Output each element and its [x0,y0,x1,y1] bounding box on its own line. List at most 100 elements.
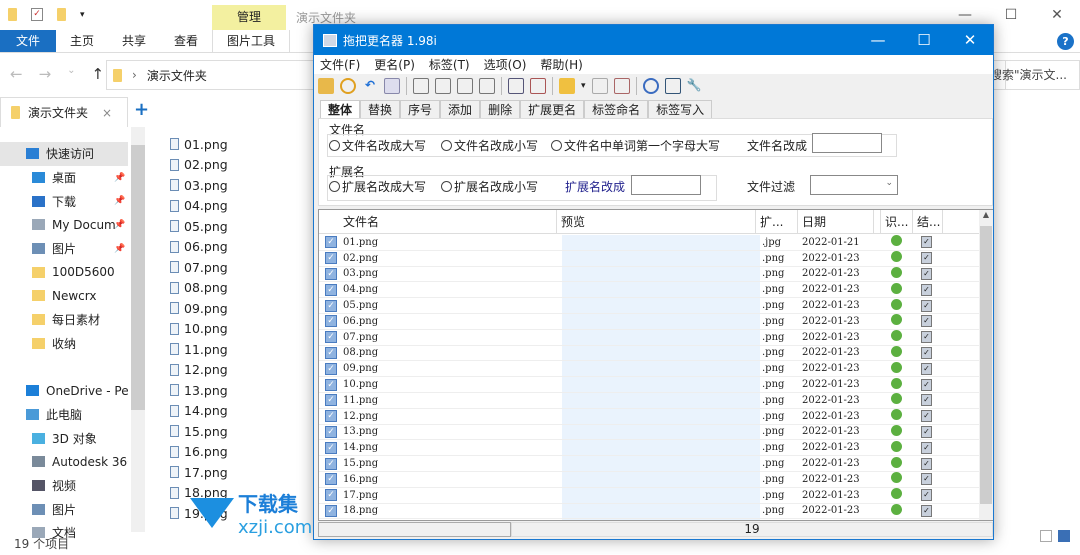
menu-help[interactable]: 帮助(H) [540,56,582,73]
nav-item[interactable]: 桌面 📌 [0,166,128,190]
table-row[interactable]: ✓ 11.png .png 2022-01-23 ✓ [319,393,979,409]
result-check-icon[interactable]: ✓ [921,362,932,375]
row-checkbox[interactable]: ✓ [325,236,337,249]
file-item[interactable]: 14.png [170,401,228,422]
pencil-dropdown-icon[interactable]: ▾ [581,81,586,91]
menu-options[interactable]: 选项(O) [484,56,527,73]
details-view-icon[interactable] [1040,530,1052,542]
row-checkbox[interactable]: ✓ [325,362,337,375]
row-checkbox[interactable]: ✓ [325,252,337,265]
play-icon[interactable] [891,377,902,389]
file-item[interactable]: 10.png [170,319,228,340]
radio-filename-upper[interactable]: 文件名改成大写 [329,137,426,154]
table-row[interactable]: ✓ 13.png .png 2022-01-23 ✓ [319,424,979,441]
row-checkbox[interactable]: ✓ [325,441,337,454]
play-icon[interactable] [891,251,902,263]
play-icon[interactable] [891,409,902,421]
table-row[interactable]: ✓ 17.png .png 2022-01-23 ✓ [319,488,979,504]
file-item[interactable]: 13.png [170,380,228,401]
row-checkbox[interactable]: ✓ [325,425,337,438]
list-scrollbar-thumb[interactable] [980,226,992,504]
result-check-icon[interactable]: ✓ [921,252,932,265]
column-ext[interactable]: 扩... [756,210,798,233]
file-item[interactable]: 11.png [170,339,228,360]
table-row[interactable]: ✓ 05.png .png 2022-01-23 ✓ [319,298,979,314]
ribbon-tab-picture-tools[interactable]: 图片工具 [212,30,291,52]
column-filename[interactable]: 文件名 [339,210,557,233]
tag-icon-2[interactable] [435,78,451,94]
result-check-icon[interactable]: ✓ [921,378,932,391]
file-item[interactable]: 01.png [170,134,228,155]
undo-icon[interactable]: ↶ [362,78,378,94]
result-check-icon[interactable]: ✓ [921,473,932,486]
nav-item[interactable]: 图片 📌 [0,237,128,261]
table-row[interactable]: ✓ 04.png .png 2022-01-23 ✓ [319,282,979,299]
file-item[interactable]: 04.png [170,196,228,217]
file-item[interactable]: 09.png [170,298,228,319]
play-icon[interactable] [891,282,902,294]
row-checkbox[interactable]: ✓ [325,394,337,407]
up-button[interactable]: ↑ [92,65,105,83]
tag-icon-1[interactable] [413,78,429,94]
row-checkbox[interactable]: ✓ [325,378,337,391]
row-checkbox[interactable]: ✓ [325,331,337,344]
result-check-icon[interactable]: ✓ [921,267,932,280]
radio-filename-lower[interactable]: 文件名改成小写 [441,137,538,154]
play-icon[interactable] [891,345,902,357]
nav-item[interactable]: 快速访问 [0,142,128,166]
check-icon[interactable] [384,78,400,94]
result-check-icon[interactable]: ✓ [921,410,932,423]
radio-filename-capitalize[interactable]: 文件名中单词第一个字母大写 [551,137,720,154]
menu-file[interactable]: 文件(F) [320,56,360,73]
row-checkbox[interactable]: ✓ [325,315,337,328]
nav-item[interactable]: 此电脑 [0,403,128,427]
result-check-icon[interactable]: ✓ [921,315,932,328]
play-icon[interactable] [891,298,902,310]
result-check-icon[interactable]: ✓ [921,489,932,502]
result-check-icon[interactable]: ✓ [921,457,932,470]
nav-item[interactable]: 下载 📌 [0,189,128,213]
play-icon[interactable] [891,424,902,436]
menu-rename[interactable]: 更名(P) [374,56,415,73]
dialog-tab[interactable]: 序号 [400,100,441,118]
radio-ext-upper[interactable]: 扩展名改成大写 [329,178,426,195]
dialog-tab[interactable]: 添加 [440,100,481,118]
result-check-icon[interactable]: ✓ [921,425,932,438]
file-item[interactable]: 06.png [170,237,228,258]
rename-clear-icon[interactable] [613,78,630,94]
play-icon[interactable] [891,393,902,405]
table-row[interactable]: ✓ 18.png .png 2022-01-23 ✓ [319,503,979,520]
table-row[interactable]: ✓ 07.png .png 2022-01-23 ✓ [319,330,979,346]
play-icon[interactable] [891,266,902,278]
table-row[interactable]: ✓ 08.png .png 2022-01-23 ✓ [319,345,979,362]
result-check-icon[interactable]: ✓ [921,346,932,359]
result-check-icon[interactable]: ✓ [921,394,932,407]
back-button[interactable]: ← [10,65,23,83]
file-item[interactable]: 02.png [170,155,228,176]
row-checkbox[interactable]: ✓ [325,410,337,423]
breadcrumb[interactable]: 演示文件夹 [147,67,207,84]
search-input[interactable]: 搜索"演示文... [985,60,1080,90]
nav-item[interactable]: My Docum 📌 [0,213,128,237]
dialog-close-button[interactable]: ✕ [947,25,993,55]
table-row[interactable]: ✓ 03.png .png 2022-01-23 ✓ [319,266,979,283]
play-icon[interactable] [891,503,902,515]
row-checkbox[interactable]: ✓ [325,299,337,312]
play-icon[interactable] [891,472,902,484]
panel-icon[interactable] [664,78,681,94]
dialog-tab[interactable]: 整体 [320,100,361,118]
row-checkbox[interactable]: ✓ [325,504,337,517]
table-row[interactable]: ✓ 15.png .png 2022-01-23 ✓ [319,456,979,472]
tag-icon-3[interactable] [457,78,473,94]
column-recognize[interactable]: 识... [881,210,913,233]
clock-icon[interactable] [642,78,659,94]
file-item[interactable]: 16.png [170,442,228,463]
large-icons-view-icon[interactable] [1058,530,1070,542]
column-preview[interactable]: 预览 [557,210,756,233]
dialog-tab[interactable]: 标签写入 [648,100,713,118]
result-check-icon[interactable]: ✓ [921,283,932,296]
file-item[interactable]: 08.png [170,278,228,299]
properties-icon[interactable]: ✓ [31,8,43,21]
pin-icon[interactable]: 📌 [114,244,125,254]
table-row[interactable]: ✓ 01.png .jpg 2022-01-21 ✓ [319,235,979,251]
